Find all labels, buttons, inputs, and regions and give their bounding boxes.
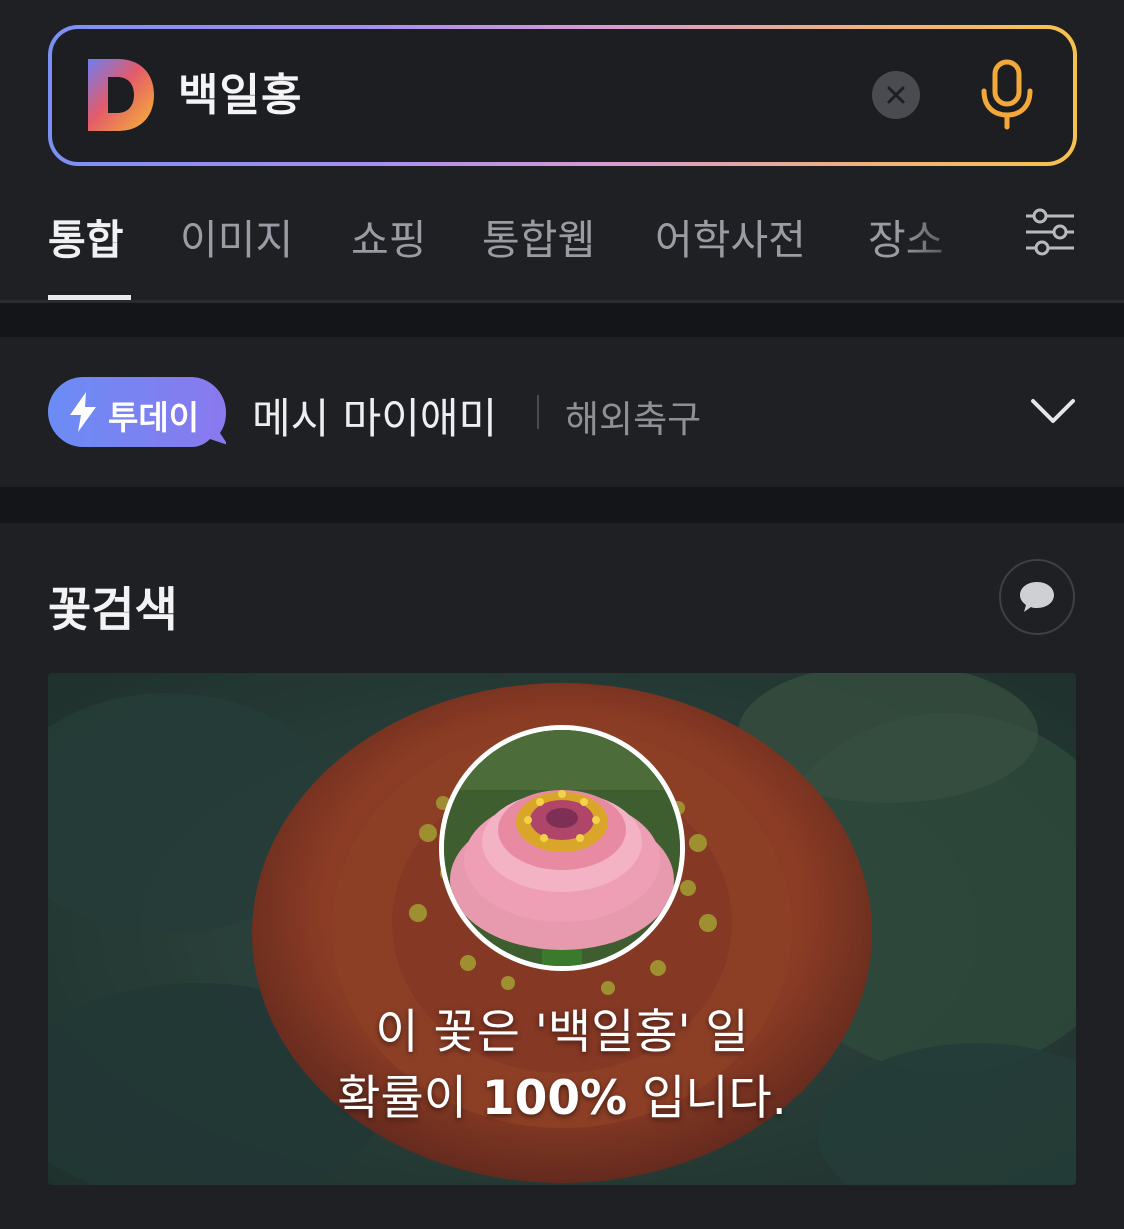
today-issue-title[interactable]: 메시 마이애미: [252, 385, 497, 446]
speech-bubble-icon: [1020, 582, 1054, 612]
tab-images[interactable]: 이미지: [180, 206, 293, 266]
section-gap: [0, 303, 1124, 337]
close-icon: [887, 86, 905, 104]
tab-dictionary[interactable]: 어학사전: [655, 206, 806, 266]
search-header: 백일홍 통합 이미지 쇼핑 통합웹 어학사전 장소: [0, 0, 1124, 303]
tabs-fade-overlay: [900, 200, 1000, 290]
today-badge[interactable]: 투데이: [48, 377, 226, 447]
today-badge-label: 투데이: [108, 398, 200, 437]
tab-all[interactable]: 통합: [48, 206, 123, 266]
today-issue-bar[interactable]: 투데이 메시 마이애미 해외축구: [0, 337, 1124, 487]
today-issue-category: 해외축구: [565, 398, 702, 441]
tab-web[interactable]: 통합웹: [482, 206, 595, 266]
result-text-line2: 확률이 100% 입니다.: [48, 1059, 1076, 1128]
flower-search-section: 꽃검색 이 꽃은 '백일홍' 일 확률이 100% 입니다.: [0, 523, 1124, 1229]
chevron-down-icon[interactable]: [1030, 395, 1076, 427]
microphone-icon[interactable]: [978, 59, 1036, 131]
search-box[interactable]: 백일홍: [48, 25, 1077, 166]
flower-thumbnail: [439, 725, 685, 971]
search-box-inner[interactable]: 백일홍: [52, 29, 1073, 162]
settings-sliders-icon[interactable]: [1024, 206, 1076, 258]
flower-result-card[interactable]: 이 꽃은 '백일홍' 일 확률이 100% 입니다.: [48, 673, 1076, 1185]
feedback-button[interactable]: [999, 559, 1075, 635]
result-text-line1: 이 꽃은 '백일홍' 일: [375, 1005, 749, 1060]
zinnia-thumbnail-image: [444, 730, 680, 966]
section-title: 꽃검색: [48, 583, 178, 638]
clear-search-button[interactable]: [872, 71, 920, 119]
section-gap: [0, 487, 1124, 523]
search-query-text[interactable]: 백일홍: [178, 59, 302, 123]
result-line2-start: 확률이: [337, 1071, 482, 1126]
lightning-icon: [70, 392, 96, 432]
tab-shopping[interactable]: 쇼핑: [351, 206, 426, 266]
result-probability: 100%: [481, 1071, 628, 1126]
search-tabs: 통합 이미지 쇼핑 통합웹 어학사전 장소: [0, 200, 1124, 300]
daum-d-logo-icon[interactable]: [84, 55, 156, 135]
issue-divider: [537, 395, 539, 429]
result-line2-end: 입니다.: [627, 1071, 787, 1126]
